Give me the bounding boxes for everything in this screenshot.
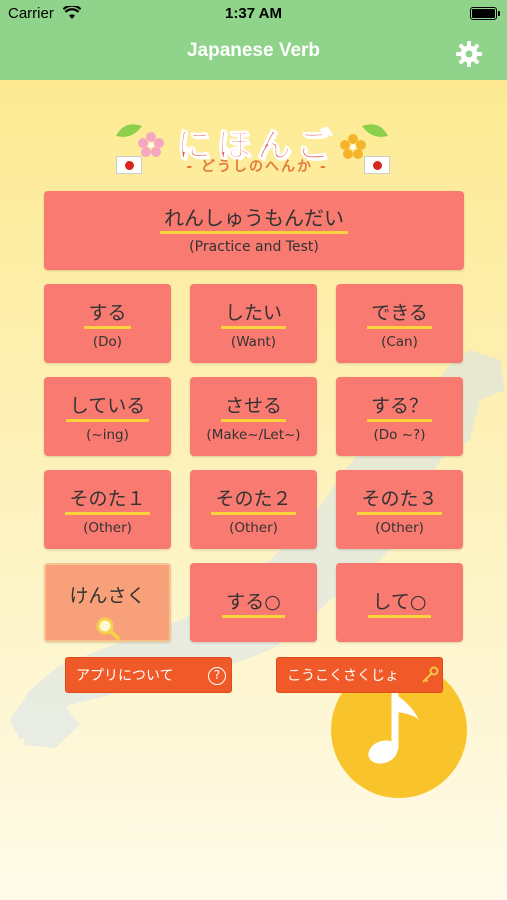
- verb-shitai-button[interactable]: したい (Want): [190, 284, 317, 363]
- other-2-button[interactable]: そのた２ (Other): [190, 470, 317, 549]
- button-label-en: (~ing): [86, 427, 129, 443]
- verb-saseru-button[interactable]: させる (Make~/Let~): [190, 377, 317, 456]
- shite-maru-button[interactable]: して○: [336, 563, 463, 642]
- search-button[interactable]: けんさく: [44, 563, 171, 642]
- japan-flag-icon: [364, 156, 390, 174]
- help-icon: ?: [208, 667, 226, 685]
- music-note-icon: [368, 690, 419, 764]
- status-bar: Carrier 1:37 AM: [0, 0, 507, 28]
- magnifier-icon: [96, 617, 120, 640]
- button-label-en: (Other): [83, 520, 132, 536]
- key-icon: [422, 666, 439, 683]
- practice-test-button[interactable]: れんしゅうもんだい (Practice and Test): [44, 191, 464, 270]
- about-app-button[interactable]: アプリについて ?: [65, 657, 232, 693]
- suru-maru-button[interactable]: する○: [190, 563, 317, 642]
- verb-suru-question-button[interactable]: する？ (Do ~?): [336, 377, 463, 456]
- button-label-jp: する○: [222, 591, 285, 618]
- button-label-en: (Other): [229, 520, 278, 536]
- button-label-jp: そのた２: [211, 488, 296, 515]
- remove-ads-label: こうこくさくじょ: [287, 668, 399, 684]
- button-label-en: (Do): [92, 334, 123, 350]
- button-label-jp: する: [84, 302, 131, 329]
- remove-ads-button[interactable]: こうこくさくじょ: [276, 657, 443, 693]
- japan-flag-icon: [116, 156, 142, 174]
- button-label-en: (Can): [381, 334, 418, 350]
- button-label-jp: できる: [367, 302, 432, 329]
- button-label-jp: させる: [220, 395, 286, 422]
- other-1-button[interactable]: そのた１ (Other): [44, 470, 171, 549]
- verb-suru-button[interactable]: する (Do): [44, 284, 171, 363]
- gear-icon[interactable]: [455, 40, 483, 68]
- button-label-jp: したい: [220, 302, 286, 329]
- button-label-en: (Other): [375, 520, 424, 536]
- button-label-jp: れんしゅうもんだい: [160, 207, 348, 234]
- button-label-jp: そのた３: [357, 488, 442, 515]
- verb-shiteiru-button[interactable]: している (~ing): [44, 377, 171, 456]
- status-time: 1:37 AM: [225, 5, 282, 22]
- about-app-label: アプリについて: [76, 668, 174, 684]
- other-3-button[interactable]: そのた３ (Other): [336, 470, 463, 549]
- battery-icon: [470, 7, 500, 20]
- cherry-blossom-icon: [138, 132, 164, 157]
- button-label-en: (Make~/Let~): [206, 427, 301, 443]
- button-label-en: (Do ~?): [373, 427, 426, 443]
- button-label-jp: する？: [366, 395, 432, 422]
- button-label-jp: そのた１: [65, 488, 150, 515]
- button-label-en: (Practice and Test): [189, 239, 319, 255]
- app-logo: にほんご - どうしのへんか -: [112, 118, 395, 182]
- button-label-en: (Want): [230, 334, 277, 350]
- nav-bar: Japanese Verb: [0, 28, 507, 80]
- leaf-icon: [362, 124, 388, 137]
- verb-dekiru-button[interactable]: できる (Can): [336, 284, 463, 363]
- logo-subtitle: - どうしのへんか -: [186, 159, 328, 175]
- search-label: けんさく: [69, 585, 146, 607]
- button-label-jp: している: [65, 395, 150, 422]
- nav-title: Japanese Verb: [186, 40, 321, 61]
- button-label-jp: して○: [368, 591, 431, 618]
